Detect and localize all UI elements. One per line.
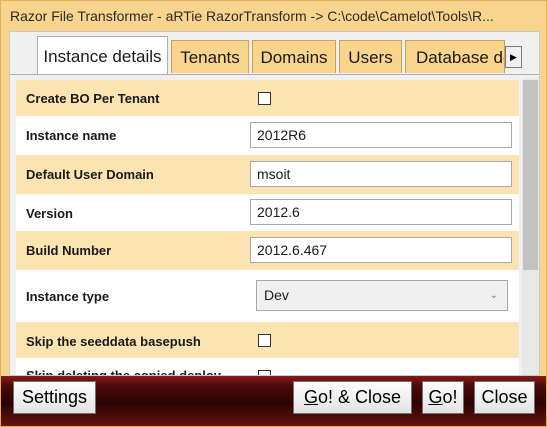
tab-database-details[interactable]: Database de [405,40,505,73]
create-bo-checkbox[interactable] [258,92,271,105]
tab-instance-details[interactable]: Instance details [37,36,168,74]
build-number-input[interactable] [250,237,512,263]
row-skip-seeddata: Skip the seeddata basepush [16,322,519,358]
go-and-close-button[interactable]: Go! & Close [293,381,412,414]
tab-strip: Instance details Tenants Domains Users D… [10,32,539,75]
tab-tenants[interactable]: Tenants [171,40,249,73]
go-close-label-rest: o! & Close [317,387,402,407]
instance-name-input[interactable] [250,122,512,148]
app-window: Razor File Transformer - aRTie RazorTran… [0,0,547,427]
build-number-label: Build Number [26,243,112,258]
skip-seeddata-label: Skip the seeddata basepush [26,334,201,349]
skip-deleting-label: Skip deleting the copied deploy [26,368,222,376]
vertical-scrollbar[interactable] [522,78,539,375]
create-bo-label: Create BO Per Tenant [26,91,160,106]
version-input[interactable] [250,199,512,225]
close-button[interactable]: Close [474,381,535,414]
instance-type-value: Dev [264,287,289,303]
right-arrow-icon: ▶ [510,52,517,62]
go-label-rest: o! [442,387,458,407]
tab-users[interactable]: Users [339,40,402,73]
row-version: Version [16,194,519,231]
go-button[interactable]: Go! [422,381,464,414]
scrollbar-thumb[interactable] [523,80,538,270]
window-title: Razor File Transformer - aRTie RazorTran… [10,8,494,24]
version-label: Version [26,206,73,221]
instance-name-label: Instance name [26,128,117,143]
row-instance-name: Instance name [16,116,519,155]
default-user-domain-label: Default User Domain [26,167,154,182]
skip-seeddata-checkbox[interactable] [258,334,271,347]
row-build-number: Build Number [16,231,519,270]
instance-type-select[interactable]: Dev ⌄ [256,280,508,311]
instance-details-grid: Create BO Per Tenant Instance name Defau… [16,80,519,376]
settings-button[interactable]: Settings [13,381,96,414]
row-default-user-domain: Default User Domain [16,155,519,194]
tab-domains[interactable]: Domains [252,40,336,73]
main-panel: Instance details Tenants Domains Users D… [9,31,540,376]
instance-type-label: Instance type [26,289,110,304]
go-mnemonic: G [428,387,443,407]
chevron-down-icon: ⌄ [489,290,498,301]
row-create-bo: Create BO Per Tenant [16,80,519,116]
title-bar[interactable]: Razor File Transformer - aRTie RazorTran… [1,1,546,31]
row-skip-deleting: Skip deleting the copied deploy [16,358,519,376]
default-user-domain-input[interactable] [250,161,512,187]
row-instance-type: Instance type Dev ⌄ [16,270,519,322]
tab-scroll-right-button[interactable]: ▶ [505,46,522,68]
go-close-mnemonic: G [303,387,318,407]
bottom-button-bar: Settings Go! & Close Go! Close [1,376,546,426]
